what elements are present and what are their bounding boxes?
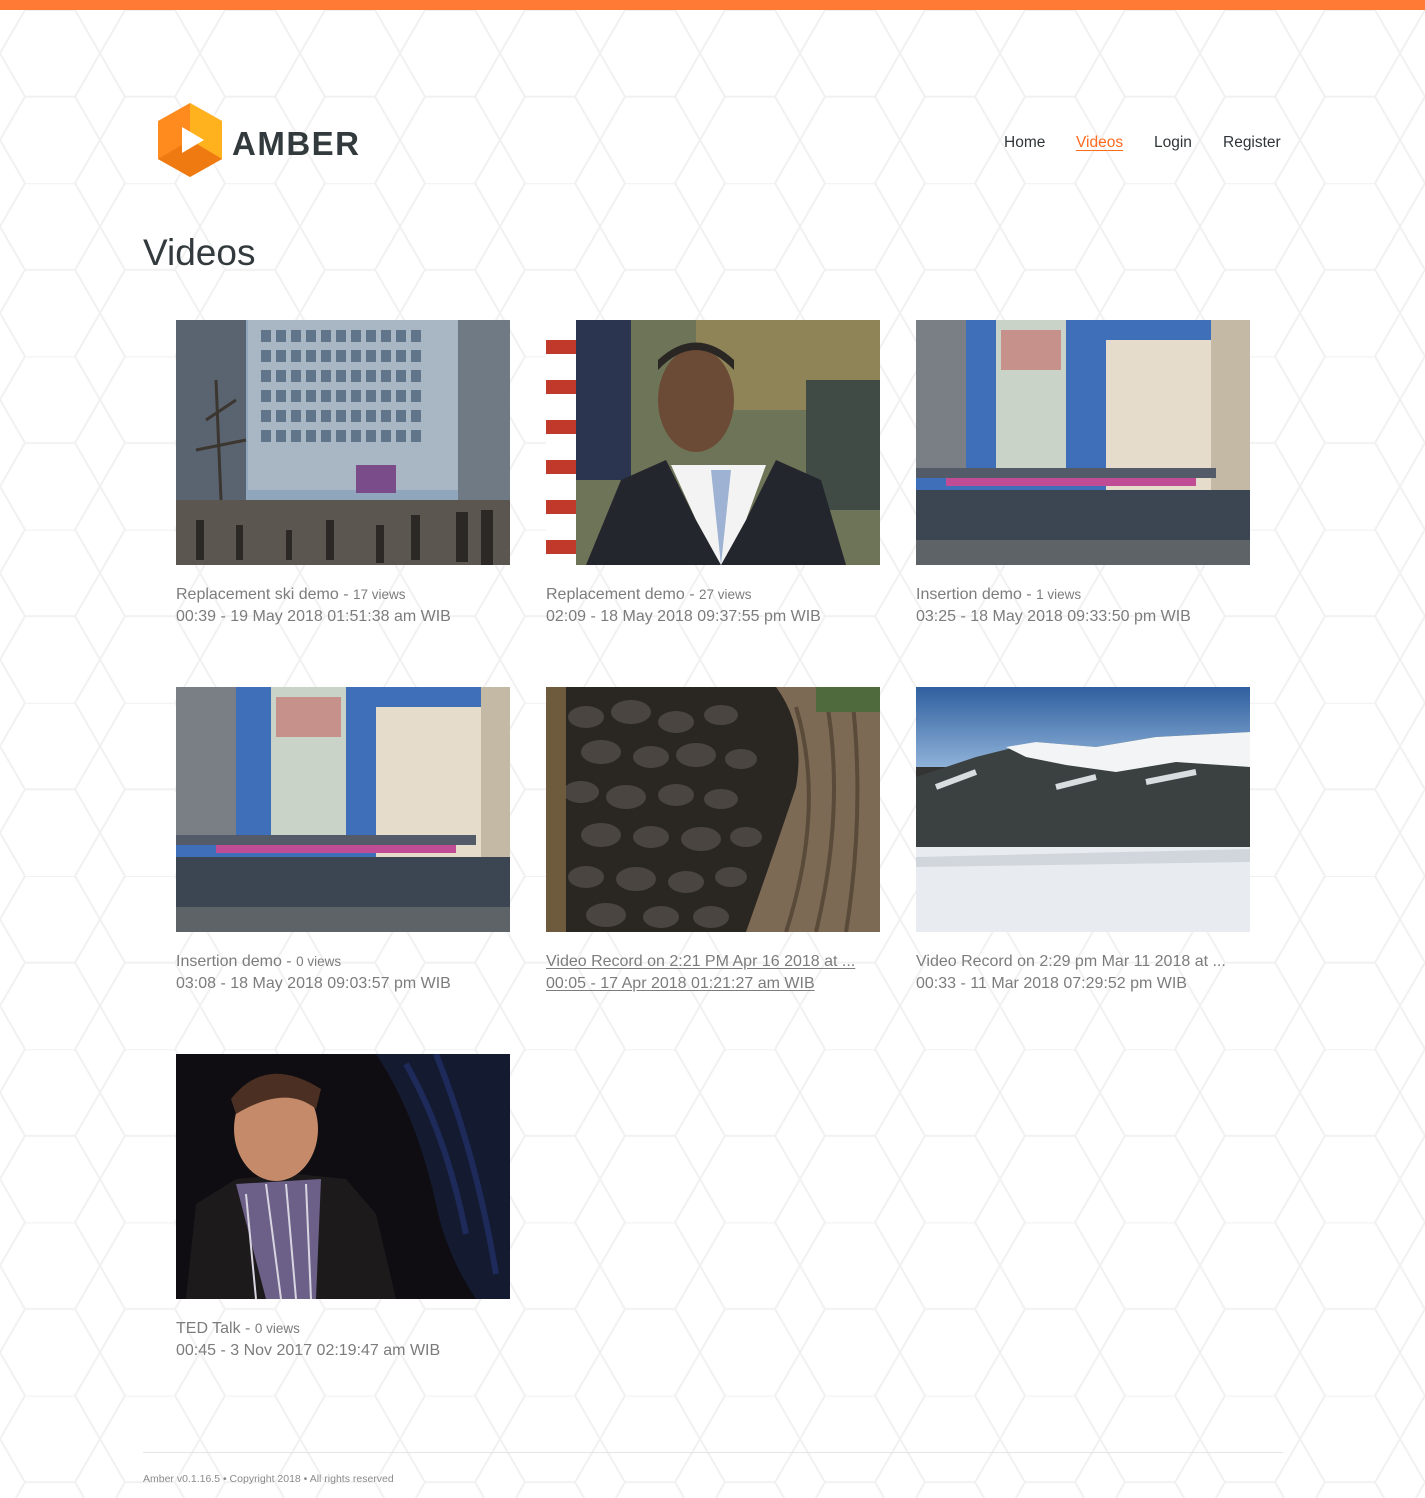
video-caption[interactable]: Video Record on 2:29 pm Mar 11 2018 at .… [916,951,1261,995]
video-card[interactable]: TED Talk - 0 views 00:45 - 3 Nov 2017 02… [176,1054,536,1374]
nav-home[interactable]: Home [1004,133,1045,153]
view-count: 17 views [352,587,406,602]
video-card[interactable]: Insertion demo - 1 views 03:25 - 18 May … [916,320,1276,640]
video-title[interactable]: Insertion demo - 1 views [916,584,1261,606]
video-caption[interactable]: Insertion demo - 1 views 03:25 - 18 May … [916,584,1261,628]
video-card[interactable]: Replacement ski demo - 17 views 00:39 - … [176,320,536,640]
video-meta: 00:39 - 19 May 2018 01:51:38 am WIB [176,608,451,625]
nav-videos[interactable]: Videos [1076,133,1123,153]
video-caption[interactable]: Replacement ski demo - 17 views 00:39 - … [176,584,521,628]
top-accent-bar [0,0,1425,10]
nav-login[interactable]: Login [1154,133,1192,153]
video-meta: 00:33 - 11 Mar 2018 07:29:52 pm WIB [916,975,1187,992]
view-count: 0 views [254,1321,300,1336]
video-title[interactable]: Replacement ski demo - 17 views [176,584,521,606]
view-count: 1 views [1036,587,1082,602]
video-title[interactable]: TED Talk - 0 views [176,1318,521,1340]
video-caption[interactable]: Insertion demo - 0 views 03:08 - 18 May … [176,951,521,995]
footer-copyright: Amber v0.1.16.5 • Copyright 2018 • All r… [143,1473,394,1485]
nav-register[interactable]: Register [1223,133,1281,153]
view-count: 27 views [698,587,752,602]
video-caption[interactable]: Replacement demo - 27 views 02:09 - 18 M… [546,584,891,628]
video-thumbnail[interactable] [176,687,510,932]
video-thumbnail[interactable] [176,320,510,565]
video-card[interactable]: Insertion demo - 0 views 03:08 - 18 May … [176,687,536,1007]
video-thumbnail[interactable] [916,320,1250,565]
video-meta: 03:08 - 18 May 2018 09:03:57 pm WIB [176,975,451,992]
view-count: 0 views [296,954,342,969]
page-title: Videos [143,232,256,273]
video-title[interactable]: Video Record on 2:21 PM Apr 16 2018 at .… [546,951,891,973]
video-caption[interactable]: Video Record on 2:21 PM Apr 16 2018 at .… [546,951,891,995]
video-card[interactable]: Video Record on 2:29 pm Mar 11 2018 at .… [916,687,1276,1007]
video-title[interactable]: Video Record on 2:29 pm Mar 11 2018 at .… [916,951,1261,973]
video-caption[interactable]: TED Talk - 0 views 00:45 - 3 Nov 2017 02… [176,1318,521,1362]
video-title[interactable]: Replacement demo - 27 views [546,584,891,606]
video-meta: 00:05 - 17 Apr 2018 01:21:27 am WIB [546,975,815,992]
video-thumbnail[interactable] [546,320,880,565]
footer-divider [143,1452,1283,1453]
video-thumbnail[interactable] [916,687,1250,932]
video-thumbnail[interactable] [546,687,880,932]
video-title[interactable]: Insertion demo - 0 views [176,951,521,973]
video-meta: 02:09 - 18 May 2018 09:37:55 pm WIB [546,608,821,625]
main-navigation: Home Videos Login Register [0,133,1425,155]
video-thumbnail[interactable] [176,1054,510,1299]
video-meta: 00:45 - 3 Nov 2017 02:19:47 am WIB [176,1342,441,1359]
video-card[interactable]: Video Record on 2:21 PM Apr 16 2018 at .… [546,687,906,1007]
video-meta: 03:25 - 18 May 2018 09:33:50 pm WIB [916,608,1191,625]
video-card[interactable]: Replacement demo - 27 views 02:09 - 18 M… [546,320,906,640]
